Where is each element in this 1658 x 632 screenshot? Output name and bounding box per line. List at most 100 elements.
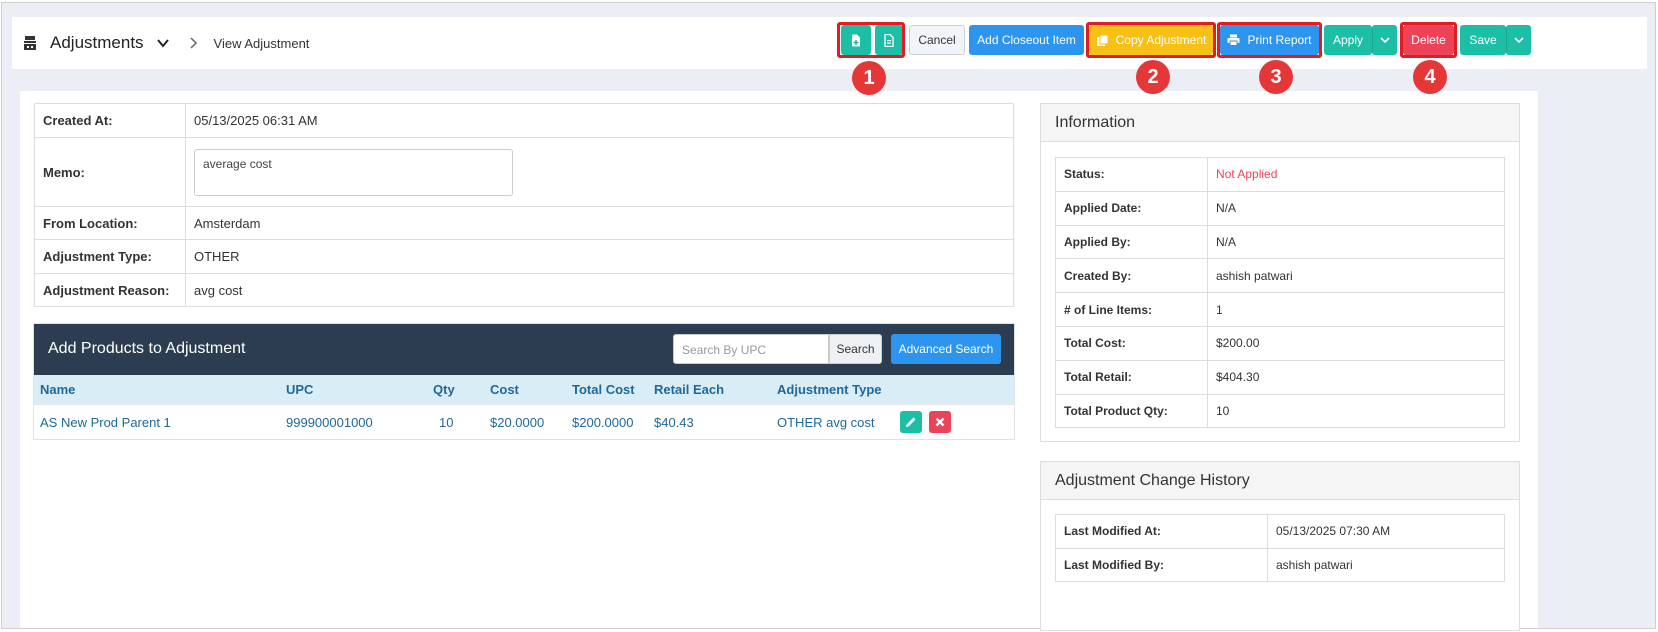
column-header-retail-each[interactable]: Retail Each: [648, 375, 771, 404]
table-row: AS New Prod Parent 1 999900001000 10 $20…: [34, 403, 1014, 440]
created-at-value: 05/13/2025 06:31 AM: [185, 103, 1014, 138]
product-adjustment-type: OTHER avg cost: [771, 403, 894, 440]
column-header-upc[interactable]: UPC: [280, 375, 427, 404]
close-icon: [935, 417, 944, 427]
info-row-status: Status: Not Applied: [1055, 157, 1505, 192]
detail-row-from-location: From Location: Amsterdam: [34, 206, 1014, 240]
information-table: Status: Not Applied Applied Date: N/A Ap…: [1055, 157, 1505, 429]
total-qty-value: 10: [1207, 393, 1505, 429]
info-row-line-items: # of Line Items: 1: [1055, 292, 1505, 327]
save-button[interactable]: Save: [1460, 25, 1506, 55]
total-retail-value: $404.30: [1207, 359, 1505, 395]
product-cost: $20.0000: [484, 403, 566, 440]
change-history-title: Adjustment Change History: [1041, 462, 1519, 500]
column-header-qty[interactable]: Qty: [427, 375, 484, 404]
status-value: Not Applied: [1207, 157, 1505, 192]
info-row-total-cost: Total Cost: $200.00: [1055, 325, 1505, 361]
created-by-value: ashish patwari: [1207, 258, 1505, 294]
adjustment-type-value: OTHER: [185, 239, 1014, 274]
row-actions: [894, 403, 1014, 440]
product-upc: 999900001000: [280, 403, 427, 440]
column-header-name[interactable]: Name: [34, 375, 280, 404]
detail-row-memo: Memo: average cost: [34, 137, 1014, 207]
add-products-title: Add Products to Adjustment: [48, 340, 246, 357]
info-row-created-by: Created By: ashish patwari: [1055, 258, 1505, 294]
last-modified-by-value: ashish patwari: [1267, 547, 1505, 582]
upc-search-input[interactable]: Search By UPC: [673, 334, 829, 364]
edit-row-button[interactable]: [900, 411, 922, 434]
total-retail-label: Total Retail:: [1055, 359, 1208, 395]
created-by-label: Created By:: [1055, 258, 1208, 294]
total-qty-label: Total Product Qty:: [1055, 393, 1208, 429]
products-table-header: Name UPC Qty Cost Total Cost Retail Each…: [34, 375, 1014, 404]
from-location-label: From Location:: [34, 206, 186, 240]
cancel-button[interactable]: Cancel: [909, 25, 965, 55]
info-row-applied-date: Applied Date: N/A: [1055, 190, 1505, 226]
highlight-box-2: [1086, 22, 1216, 58]
line-items-label: # of Line Items:: [1055, 292, 1208, 327]
total-cost-value: $200.00: [1207, 325, 1505, 361]
applied-date-value: N/A: [1207, 190, 1505, 226]
detail-row-adjustment-type: Adjustment Type: OTHER: [34, 239, 1014, 274]
upc-search-button[interactable]: Search: [829, 334, 882, 364]
pencil-icon: [906, 417, 916, 428]
column-header-actions: [894, 375, 1014, 404]
step-marker-2: 2: [1136, 60, 1170, 94]
add-closeout-item-button[interactable]: Add Closeout Item: [969, 25, 1084, 55]
applied-by-value: N/A: [1207, 224, 1505, 260]
chevron-down-icon[interactable]: [156, 36, 170, 50]
applied-date-label: Applied Date:: [1055, 190, 1208, 226]
history-row-modified-at: Last Modified At: 05/13/2025 07:30 AM: [1055, 514, 1505, 549]
detail-row-created-at: Created At: 05/13/2025 06:31 AM: [34, 103, 1014, 138]
apply-button[interactable]: Apply: [1324, 25, 1372, 55]
column-header-adjustment-type[interactable]: Adjustment Type: [771, 375, 894, 404]
chevron-right-icon: [190, 37, 197, 49]
last-modified-at-label: Last Modified At:: [1055, 514, 1268, 549]
memo-label: Memo:: [34, 137, 186, 207]
add-products-header: Add Products to Adjustment Search By UPC…: [34, 324, 1014, 375]
advanced-search-button[interactable]: Advanced Search: [891, 334, 1001, 364]
total-cost-label: Total Cost:: [1055, 325, 1208, 361]
from-location-value: Amsterdam: [185, 206, 1014, 240]
highlight-box-4: [1400, 22, 1457, 58]
memo-cell: average cost: [185, 137, 1014, 207]
memo-textarea[interactable]: average cost: [194, 148, 513, 196]
delete-row-button[interactable]: [928, 411, 951, 434]
applied-by-label: Applied By:: [1055, 224, 1208, 260]
info-row-total-retail: Total Retail: $404.30: [1055, 359, 1505, 395]
information-card: Information Status: Not Applied Applied …: [1040, 103, 1520, 442]
change-history-table: Last Modified At: 05/13/2025 07:30 AM La…: [1055, 514, 1505, 582]
module-title[interactable]: Adjustments: [50, 33, 144, 53]
line-items-value: 1: [1207, 292, 1505, 327]
status-label: Status:: [1055, 157, 1208, 192]
product-qty: 10: [427, 403, 484, 440]
highlight-box-1: [837, 22, 905, 58]
step-marker-1: 1: [852, 61, 886, 95]
product-name-link[interactable]: AS New Prod Parent 1: [34, 403, 280, 440]
adjustment-reason-label: Adjustment Reason:: [34, 273, 186, 307]
info-row-applied-by: Applied By: N/A: [1055, 224, 1505, 260]
info-row-total-qty: Total Product Qty: 10: [1055, 393, 1505, 429]
history-row-modified-by: Last Modified By: ashish patwari: [1055, 547, 1505, 582]
column-header-total-cost[interactable]: Total Cost: [566, 375, 648, 404]
adjustments-icon: [24, 36, 36, 50]
breadcrumb: Adjustments View Adjustment: [22, 33, 309, 53]
add-products-section: Add Products to Adjustment Search By UPC…: [33, 323, 1015, 440]
breadcrumb-current: View Adjustment: [213, 35, 310, 51]
save-dropdown-toggle[interactable]: [1506, 25, 1531, 55]
column-header-cost[interactable]: Cost: [484, 375, 566, 404]
step-marker-4: 4: [1413, 60, 1447, 94]
chevron-down-icon: [1514, 37, 1524, 44]
product-total-cost: $200.0000: [566, 403, 648, 440]
adjustment-details-table: Created At: 05/13/2025 06:31 AM Memo: av…: [34, 103, 1014, 307]
created-at-label: Created At:: [34, 103, 186, 138]
apply-dropdown-toggle[interactable]: [1372, 25, 1397, 55]
last-modified-by-label: Last Modified By:: [1055, 547, 1268, 582]
information-title: Information: [1041, 104, 1519, 142]
highlight-box-3: [1217, 22, 1322, 58]
product-retail-each: $40.43: [648, 403, 771, 440]
products-table: Name UPC Qty Cost Total Cost Retail Each…: [34, 375, 1014, 440]
last-modified-at-value: 05/13/2025 07:30 AM: [1267, 514, 1505, 549]
step-marker-3: 3: [1259, 60, 1293, 94]
adjustment-type-label: Adjustment Type:: [34, 239, 186, 274]
